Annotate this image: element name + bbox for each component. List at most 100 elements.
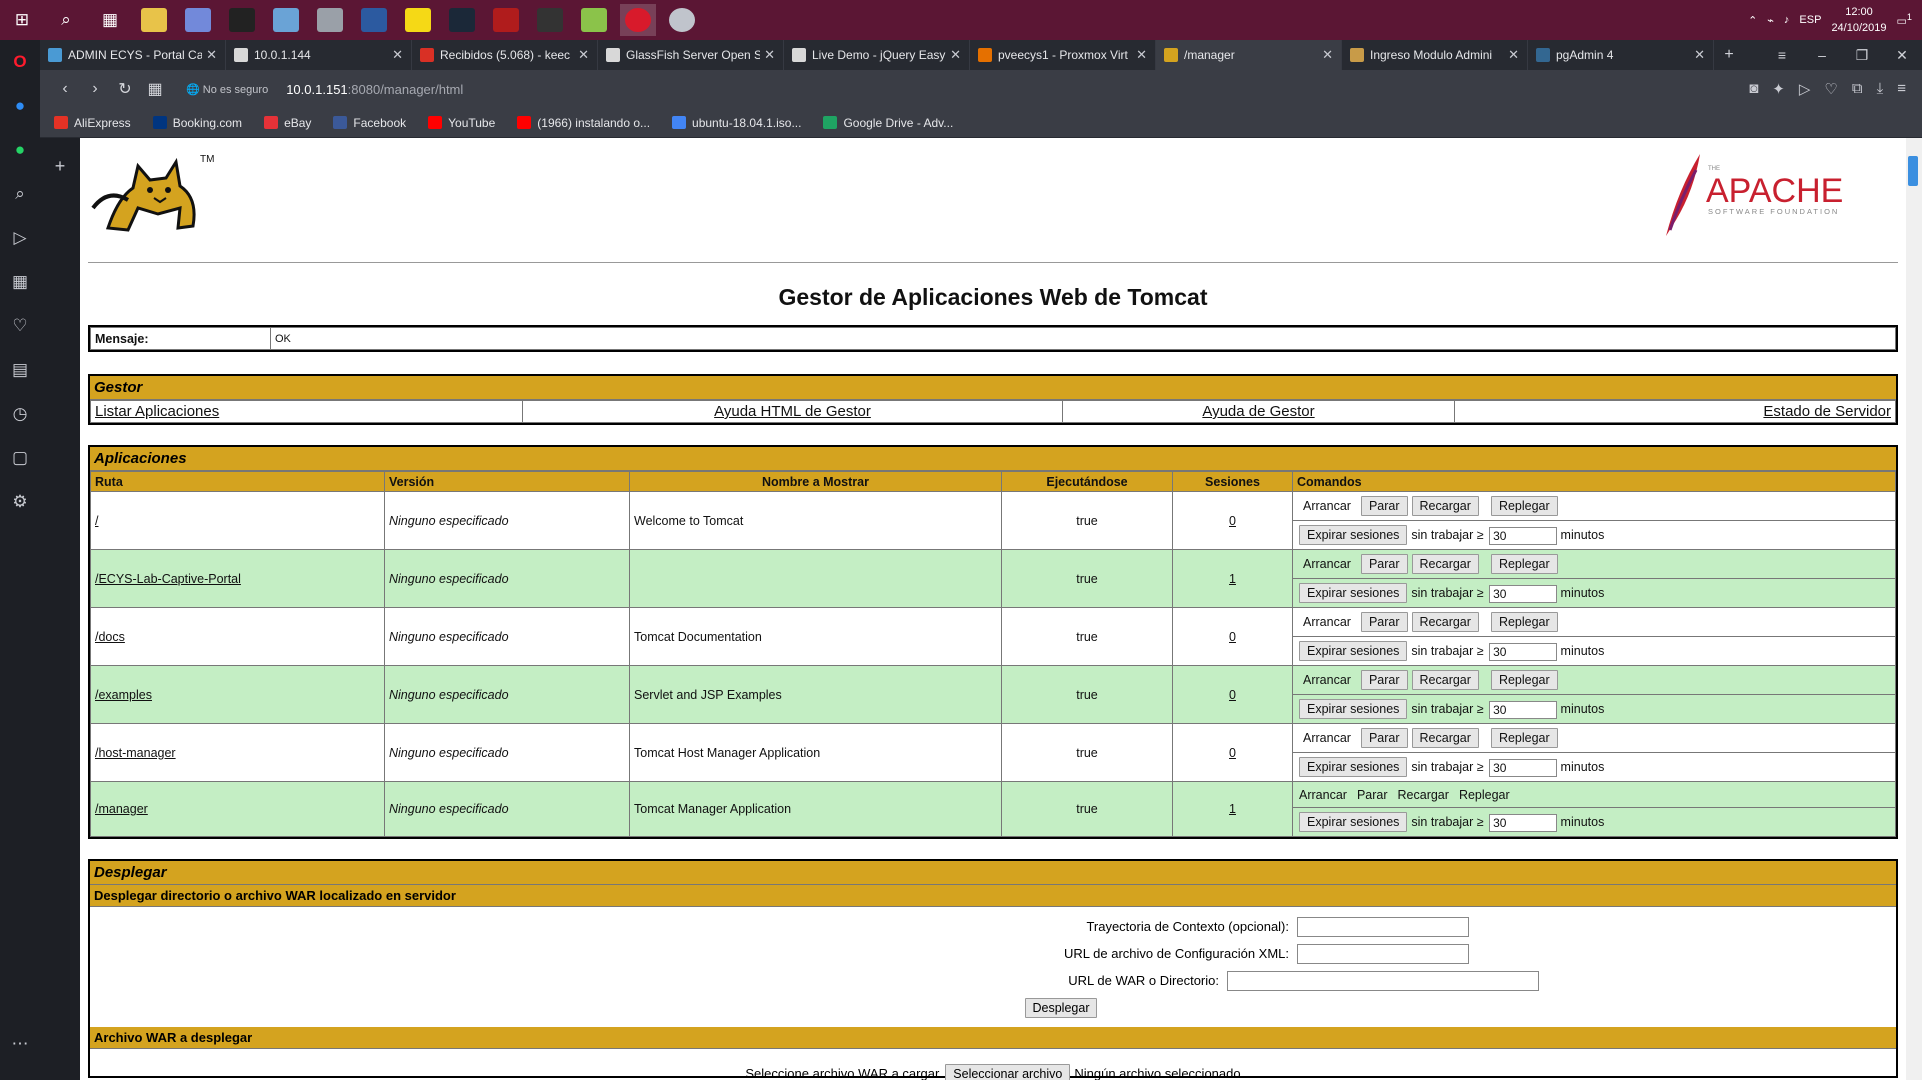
vpn-icon[interactable]: ✦: [1772, 80, 1785, 98]
close-tab-icon[interactable]: ✕: [392, 47, 403, 63]
app-icon[interactable]: [488, 4, 524, 36]
stop-button[interactable]: Parar: [1360, 612, 1408, 632]
browser-tab[interactable]: Ingreso Modulo Admini ✕: [1342, 40, 1528, 70]
send-icon[interactable]: ▷: [0, 216, 40, 260]
expire-sessions-button[interactable]: Expirar sesiones: [1299, 525, 1408, 545]
search-icon[interactable]: ⌕: [0, 172, 40, 216]
stop-button[interactable]: Parar: [1360, 496, 1408, 516]
stop-button[interactable]: Parar: [1360, 670, 1408, 690]
undeploy-button[interactable]: Replegar: [1490, 670, 1558, 690]
bookmark-item[interactable]: YouTube: [428, 116, 495, 130]
menu-icon[interactable]: ≡: [1897, 80, 1906, 98]
browser-tab[interactable]: ADMIN ECYS - Portal Ca ✕: [40, 40, 226, 70]
stop-button[interactable]: Parar: [1360, 554, 1408, 574]
idle-minutes-input[interactable]: 30: [1489, 758, 1558, 777]
app-path-link[interactable]: /: [95, 514, 98, 528]
manager-help-link[interactable]: Ayuda de Gestor: [1202, 403, 1314, 420]
close-tab-icon[interactable]: ✕: [206, 47, 217, 63]
reload-button[interactable]: Recargar: [1411, 496, 1479, 516]
bookmark-item[interactable]: Booking.com: [152, 116, 242, 130]
close-tab-icon[interactable]: ✕: [950, 47, 961, 63]
whatsapp-icon[interactable]: ●: [0, 128, 40, 172]
virtualbox-icon[interactable]: [268, 4, 304, 36]
context-path-input[interactable]: [1297, 916, 1469, 937]
select-file-button[interactable]: Seleccionar archivo: [945, 1063, 1071, 1080]
app-sessions-link[interactable]: 1: [1229, 572, 1236, 586]
close-tab-icon[interactable]: ✕: [1322, 47, 1333, 63]
clock[interactable]: 12:00 24/10/2019: [1831, 4, 1886, 36]
xml-config-input[interactable]: [1297, 943, 1469, 964]
app-sessions-link[interactable]: 0: [1229, 688, 1236, 702]
app-path-link[interactable]: /manager: [95, 802, 148, 816]
app-sessions-link[interactable]: 1: [1229, 802, 1236, 816]
expire-sessions-button[interactable]: Expirar sesiones: [1299, 641, 1408, 661]
notification-icon[interactable]: ▭1: [1897, 12, 1913, 28]
minimize-icon[interactable]: –: [1802, 47, 1842, 63]
browser-tab[interactable]: pveecys1 - Proxmox Virt ✕: [970, 40, 1156, 70]
app-icon[interactable]: [312, 4, 348, 36]
idle-minutes-input[interactable]: 30: [1489, 526, 1558, 545]
steam-icon[interactable]: [444, 4, 480, 36]
download-icon[interactable]: ⤓: [1877, 80, 1884, 98]
discord-icon[interactable]: [180, 4, 216, 36]
sticky-notes-icon[interactable]: [400, 4, 436, 36]
close-tab-icon[interactable]: ✕: [1694, 47, 1705, 63]
opera-icon[interactable]: [620, 4, 656, 36]
file-explorer-icon[interactable]: [136, 4, 172, 36]
html-help-link[interactable]: Ayuda HTML de Gestor: [714, 403, 871, 420]
expire-sessions-button[interactable]: Expirar sesiones: [1299, 583, 1408, 603]
bookmark-item[interactable]: Facebook: [333, 116, 406, 130]
vertical-scrollbar[interactable]: [1906, 138, 1922, 1080]
network-icon[interactable]: ⌁: [1767, 14, 1774, 27]
close-tab-icon[interactable]: ✕: [1508, 47, 1519, 63]
app-icon[interactable]: [356, 4, 392, 36]
messenger-icon[interactable]: ●: [0, 84, 40, 128]
app-sessions-link[interactable]: 0: [1229, 746, 1236, 760]
tab-menu-icon[interactable]: ≡: [1762, 47, 1802, 63]
undeploy-button[interactable]: Replegar: [1490, 554, 1558, 574]
volume-icon[interactable]: ♪: [1784, 14, 1790, 26]
speed-dial-icon[interactable]: ▦: [140, 79, 170, 99]
undeploy-button[interactable]: Replegar: [1490, 612, 1558, 632]
close-icon[interactable]: ✕: [1882, 47, 1922, 64]
box-icon[interactable]: ▢: [0, 436, 40, 480]
heart-icon[interactable]: ♡: [1824, 80, 1837, 98]
extensions-icon[interactable]: ⧉: [1852, 80, 1863, 98]
browser-tab[interactable]: pgAdmin 4 ✕: [1528, 40, 1714, 70]
war-url-input[interactable]: [1227, 970, 1539, 991]
url-field[interactable]: 10.0.1.151:8080/manager/html: [286, 82, 463, 97]
idle-minutes-input[interactable]: 30: [1489, 584, 1558, 603]
reload-icon[interactable]: ↻: [110, 79, 140, 99]
bookmark-item[interactable]: (1966) instalando o...: [517, 116, 650, 130]
expire-sessions-button[interactable]: Expirar sesiones: [1299, 757, 1408, 777]
forward-icon[interactable]: ›: [80, 80, 110, 98]
stop-button[interactable]: Parar: [1360, 728, 1408, 748]
browser-tab[interactable]: /manager ✕: [1156, 40, 1342, 70]
windows-start-icon[interactable]: ⊞: [4, 4, 40, 36]
maximize-icon[interactable]: ❐: [1842, 47, 1882, 64]
reload-button[interactable]: Recargar: [1411, 670, 1479, 690]
reload-button[interactable]: Recargar: [1411, 554, 1479, 574]
undeploy-button[interactable]: Replegar: [1490, 496, 1558, 516]
browser-tab[interactable]: 10.0.1.144 ✕: [226, 40, 412, 70]
history-icon[interactable]: ◷: [0, 392, 40, 436]
list-apps-link[interactable]: Listar Aplicaciones: [95, 403, 219, 420]
bookmark-item[interactable]: ubuntu-18.04.1.iso...: [672, 116, 801, 130]
app-icon[interactable]: [664, 4, 700, 36]
news-icon[interactable]: ▤: [0, 348, 40, 392]
language-indicator[interactable]: ESP: [1799, 14, 1821, 26]
camera-icon[interactable]: ◙: [1749, 80, 1758, 98]
undeploy-button[interactable]: Replegar: [1490, 728, 1558, 748]
new-tab-button[interactable]: +: [1714, 40, 1744, 70]
epic-games-icon[interactable]: [532, 4, 568, 36]
browser-tab[interactable]: Recibidos (5.068) - keec ✕: [412, 40, 598, 70]
idle-minutes-input[interactable]: 30: [1489, 813, 1558, 832]
reload-button[interactable]: Recargar: [1411, 728, 1479, 748]
send-icon[interactable]: ▷: [1799, 80, 1811, 98]
deploy-button[interactable]: Desplegar: [1024, 997, 1098, 1018]
server-status-link[interactable]: Estado de Servidor: [1763, 403, 1891, 420]
bookmark-item[interactable]: Google Drive - Adv...: [823, 116, 953, 130]
chevron-up-icon[interactable]: ⌃: [1748, 14, 1757, 27]
browser-tab[interactable]: Live Demo - jQuery Easy ✕: [784, 40, 970, 70]
app-path-link[interactable]: /host-manager: [95, 746, 176, 760]
